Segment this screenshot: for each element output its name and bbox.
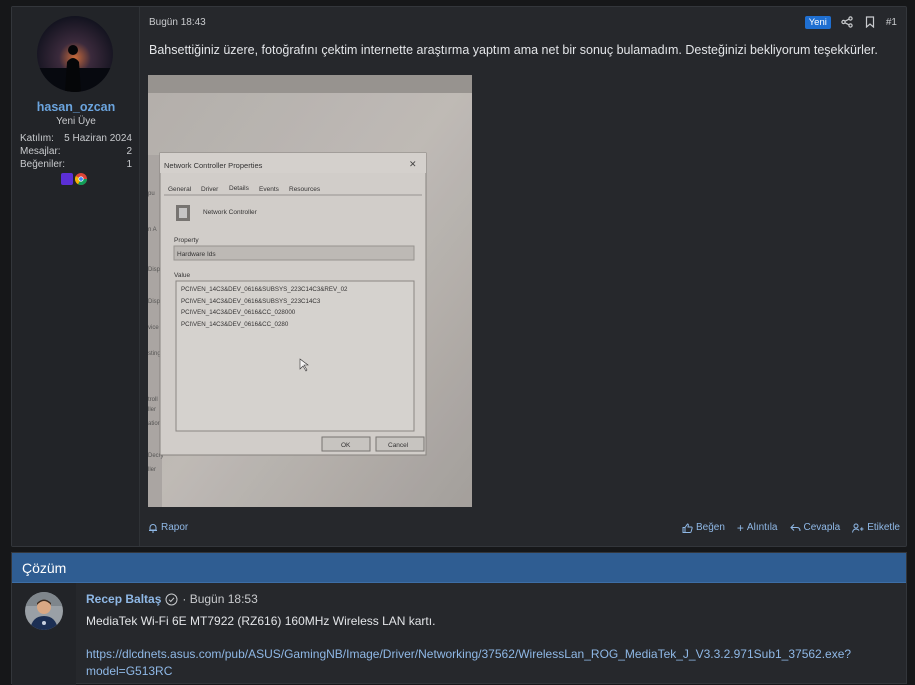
- quote-label: Alıntıla: [746, 522, 778, 533]
- report-button[interactable]: Rapor: [148, 522, 188, 533]
- share-icon[interactable]: [840, 15, 854, 29]
- like-label: Beğen: [695, 522, 725, 533]
- solution-meta: Recep Baltaş · Bugün 18:53: [86, 592, 258, 606]
- post-footer: Rapor Beğen + Alıntıla Cevapla Etiketle: [148, 522, 900, 538]
- solution-date[interactable]: · Bugün 18:53: [182, 592, 257, 606]
- solution-author[interactable]: Recep Baltaş: [86, 592, 161, 606]
- avatar[interactable]: [37, 16, 113, 92]
- solution-block: Çözüm Recep Baltaş · Bugün 18:53 MediaTe…: [11, 552, 907, 685]
- stat-value: 1: [126, 159, 132, 170]
- tag-button[interactable]: Etiketle: [852, 522, 900, 533]
- quote-button[interactable]: + Alıntıla: [736, 520, 778, 535]
- reply-button[interactable]: Cevapla: [789, 522, 841, 533]
- report-label: Rapor: [161, 522, 189, 533]
- reply-label: Cevapla: [803, 522, 841, 533]
- username[interactable]: hasan_ozcan: [12, 100, 140, 114]
- solution-header: Çözüm: [12, 553, 906, 583]
- stat-label: Mesajlar:: [20, 146, 61, 157]
- solution-user-panel: [12, 583, 76, 685]
- stat-value: 5 Haziran 2024: [64, 133, 132, 144]
- like-button[interactable]: Beğen: [682, 522, 725, 533]
- user-tag-icon: [852, 523, 864, 533]
- thumbs-up-icon: [682, 522, 693, 533]
- verified-check-icon: [165, 593, 178, 605]
- stat-label: Katılım:: [20, 133, 54, 144]
- plus-icon: +: [736, 520, 744, 535]
- chrome-badge-icon: [74, 173, 87, 186]
- driver-download-link[interactable]: https://dlcdnets.asus.com/pub/ASUS/Gamin…: [86, 646, 866, 680]
- post-actions-top: Yeni #1: [804, 15, 897, 29]
- bookmark-icon[interactable]: [863, 15, 877, 29]
- stat-row-likes: Beğeniler: 1: [20, 158, 132, 171]
- stat-row-messages: Mesajlar: 2: [20, 145, 132, 158]
- post-date[interactable]: Bugün 18:43: [149, 17, 206, 28]
- stat-value: 2: [126, 146, 132, 157]
- attached-photo[interactable]: pun ADisp Dispvicesting trolllleration D…: [148, 75, 472, 507]
- post-footer-actions: Beğen + Alıntıla Cevapla Etiketle: [682, 520, 900, 535]
- stat-row-joined: Katılım: 5 Haziran 2024: [20, 132, 132, 145]
- user-stats: Katılım: 5 Haziran 2024 Mesajlar: 2 Beğe…: [20, 132, 132, 171]
- avatar[interactable]: [25, 592, 63, 630]
- windows-badge-icon: [61, 173, 73, 185]
- post-body: Bahsettiğiniz üzere, fotoğrafını çektim …: [149, 43, 878, 57]
- stat-label: Beğeniler:: [20, 159, 66, 170]
- reply-icon: [789, 523, 800, 531]
- tag-label: Etiketle: [867, 522, 900, 533]
- post-number[interactable]: #1: [886, 17, 897, 28]
- new-badge: Yeni: [804, 15, 831, 29]
- solution-text: MediaTek Wi-Fi 6E MT7922 (RZ616) 160MHz …: [86, 614, 436, 628]
- post-user-panel: hasan_ozcan Yeni Üye Katılım: 5 Haziran …: [12, 7, 140, 546]
- user-badges: [61, 173, 87, 186]
- post-message: hasan_ozcan Yeni Üye Katılım: 5 Haziran …: [11, 6, 907, 547]
- bell-icon: [149, 523, 157, 532]
- user-title: Yeni Üye: [56, 116, 96, 127]
